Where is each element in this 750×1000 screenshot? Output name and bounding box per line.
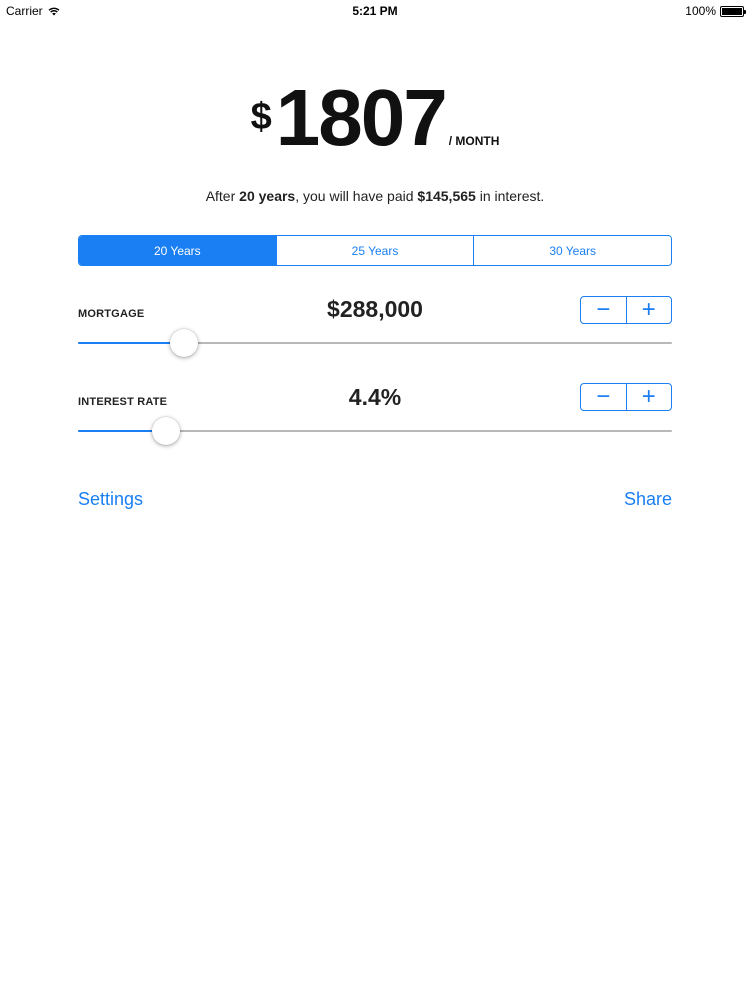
mortgage-slider-thumb[interactable] <box>170 329 198 357</box>
monthly-payment: $1807/ MONTH <box>0 78 750 158</box>
summary-suffix: in interest. <box>475 188 545 204</box>
payment-amount: 1807 <box>275 73 448 162</box>
battery-icon <box>720 5 746 17</box>
share-link[interactable]: Share <box>624 489 672 510</box>
interest-rate-stepper: − + <box>580 383 672 411</box>
interest-rate-decrement-button[interactable]: − <box>581 384 626 410</box>
currency-symbol: $ <box>250 96 272 138</box>
mortgage-slider[interactable] <box>78 328 672 358</box>
term-tab-25-years[interactable]: 25 Years <box>275 236 474 265</box>
payment-period: / MONTH <box>448 134 500 148</box>
summary-interest: $145,565 <box>417 188 476 204</box>
interest-rate-slider[interactable] <box>78 416 672 446</box>
interest-rate-increment-button[interactable]: + <box>625 384 672 410</box>
interest-rate-slider-thumb[interactable] <box>152 417 180 445</box>
status-time: 5:21 PM <box>352 4 398 18</box>
mortgage-slider-fill <box>78 342 184 344</box>
term-tab-30-years[interactable]: 30 Years <box>473 236 671 265</box>
mortgage-increment-button[interactable]: + <box>625 297 672 323</box>
mortgage-decrement-button[interactable]: − <box>581 297 626 323</box>
battery-percent: 100% <box>685 4 716 18</box>
term-segmented-control: 20 Years 25 Years 30 Years <box>78 235 672 266</box>
summary-middle: , you will have paid <box>295 188 418 204</box>
summary-prefix: After <box>205 188 240 204</box>
term-tab-20-years[interactable]: 20 Years <box>79 236 276 265</box>
summary-years: 20 years <box>239 188 296 204</box>
mortgage-stepper: − + <box>580 296 672 324</box>
battery-level <box>722 7 742 15</box>
status-bar: Carrier 5:21 PM 100% <box>0 0 750 22</box>
battery-indicator: 100% <box>685 4 746 18</box>
settings-link[interactable]: Settings <box>78 489 143 510</box>
interest-summary: After 20 years, you will have paid $145,… <box>0 188 750 204</box>
